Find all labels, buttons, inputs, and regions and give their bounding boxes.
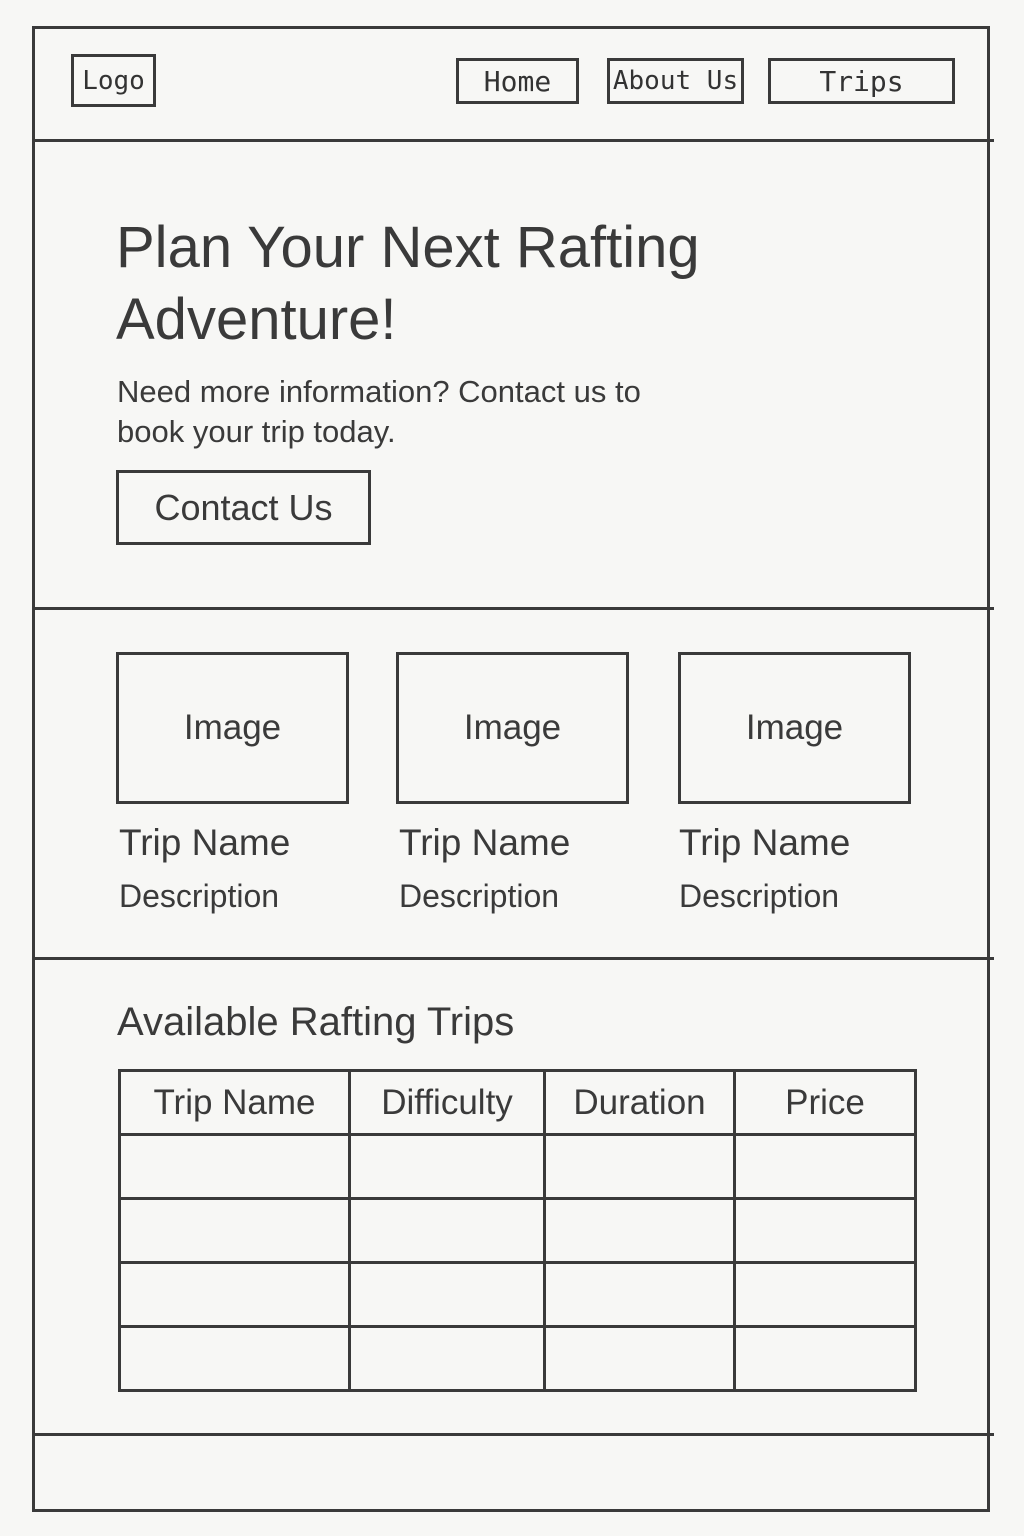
trip-card-description: Description <box>679 878 840 914</box>
nav-about-link[interactable]: About Us <box>607 58 744 104</box>
table-cell <box>118 1133 351 1200</box>
table-cell <box>348 1325 546 1392</box>
header-divider <box>32 139 994 142</box>
table-row[interactable] <box>118 1261 917 1328</box>
table-cell <box>543 1325 736 1392</box>
table-cell <box>118 1261 351 1328</box>
table-cell <box>733 1325 917 1392</box>
footer-divider <box>32 1433 994 1436</box>
trip-card-image[interactable]: Image <box>396 652 629 804</box>
hero-subtitle: Need more information? Contact us to boo… <box>117 374 641 449</box>
logo[interactable]: Logo <box>71 54 156 107</box>
trip-card-image[interactable]: Image <box>116 652 349 804</box>
table-cell <box>348 1197 546 1264</box>
hero-title: Plan Your Next Rafting Adventure! <box>116 215 700 352</box>
trips-table: Trip Name Difficulty Duration Price <box>118 1069 917 1392</box>
trip-card-description: Description <box>119 878 280 914</box>
column-header-price[interactable]: Price <box>733 1069 917 1136</box>
trip-card-name[interactable]: Trip Name <box>119 822 290 864</box>
hero-divider <box>32 607 994 610</box>
table-cell <box>733 1261 917 1328</box>
table-header-row: Trip Name Difficulty Duration Price <box>118 1069 917 1136</box>
table-row[interactable] <box>118 1197 917 1264</box>
cards-divider <box>32 957 994 960</box>
table-cell <box>118 1325 351 1392</box>
table-cell <box>733 1197 917 1264</box>
table-cell <box>118 1197 351 1264</box>
nav-trips-link[interactable]: Trips <box>768 58 955 104</box>
table-cell <box>543 1197 736 1264</box>
contact-us-button[interactable]: Contact Us <box>116 470 371 545</box>
column-header-duration[interactable]: Duration <box>543 1069 736 1136</box>
table-cell <box>733 1133 917 1200</box>
trip-card-name[interactable]: Trip Name <box>679 822 850 864</box>
column-header-trip-name[interactable]: Trip Name <box>118 1069 351 1136</box>
table-cell <box>543 1133 736 1200</box>
table-cell <box>348 1261 546 1328</box>
column-header-difficulty[interactable]: Difficulty <box>348 1069 546 1136</box>
trips-table-heading: Available Rafting Trips <box>117 1000 515 1044</box>
trip-card-description: Description <box>399 878 560 914</box>
table-cell <box>543 1261 736 1328</box>
table-row[interactable] <box>118 1325 917 1392</box>
trip-card-image[interactable]: Image <box>678 652 911 804</box>
nav-home-link[interactable]: Home <box>456 58 579 104</box>
table-row[interactable] <box>118 1133 917 1200</box>
trip-card-name[interactable]: Trip Name <box>399 822 570 864</box>
table-cell <box>348 1133 546 1200</box>
